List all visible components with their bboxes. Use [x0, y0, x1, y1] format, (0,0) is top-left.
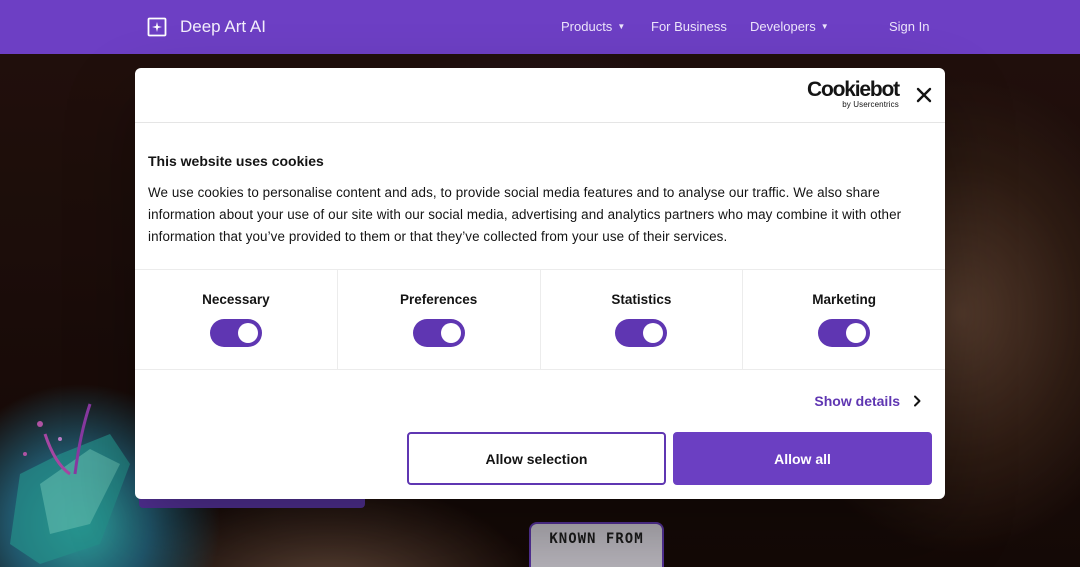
chevron-right-icon — [914, 395, 921, 407]
category-statistics: Statistics — [541, 270, 744, 369]
show-details-label: Show details — [814, 393, 900, 409]
chevron-down-icon: ▼ — [617, 22, 626, 31]
show-details-link[interactable]: Show details — [814, 393, 922, 409]
logo-text: Deep Art AI — [180, 17, 266, 36]
close-icon[interactable] — [915, 86, 933, 104]
main-nav: Products ▼ For Business Developers ▼ — [561, 19, 829, 34]
toggle-knob — [440, 323, 461, 343]
allow-all-button[interactable]: Allow all — [673, 432, 932, 485]
toggle-knob — [643, 323, 664, 343]
details-row: Show details — [135, 370, 945, 432]
cookie-category-toggles: Necessary Preferences Statistics Marketi… — [135, 270, 945, 370]
nav-for-business-label: For Business — [651, 19, 727, 34]
nav-products[interactable]: Products ▼ — [561, 19, 626, 34]
cookiebot-logo: Cookiebot by Usercentrics — [807, 78, 900, 110]
chevron-down-icon: ▼ — [820, 22, 829, 31]
dialog-description: We use cookies to personalise content an… — [148, 185, 902, 244]
nav-for-business[interactable]: For Business — [651, 19, 727, 34]
top-navigation-bar: Deep Art AI Products ▼ For Business Deve… — [0, 0, 1080, 54]
nav-products-label: Products — [561, 19, 613, 34]
preferences-toggle[interactable] — [412, 319, 465, 347]
category-preferences: Preferences — [338, 270, 541, 369]
toggle-knob — [237, 323, 258, 343]
category-marketing: Marketing — [743, 270, 945, 369]
statistics-toggle[interactable] — [615, 319, 668, 347]
category-label: Preferences — [399, 292, 478, 307]
category-necessary: Necessary — [135, 270, 338, 369]
toggle-knob — [846, 323, 867, 343]
dialog-header: Cookiebot by Usercentrics — [135, 68, 945, 123]
necessary-toggle[interactable] — [209, 319, 262, 347]
cookiebot-by: by Usercentrics — [842, 100, 899, 109]
nav-developers-label: Developers — [750, 19, 816, 34]
sparkle-frame-icon — [147, 17, 167, 37]
sign-in-link[interactable]: Sign In — [889, 19, 929, 34]
cookiebot-brand: Cookiebot — [807, 78, 900, 101]
site-logo[interactable]: Deep Art AI — [147, 17, 266, 37]
nav-developers[interactable]: Developers ▼ — [750, 19, 829, 34]
cookie-consent-dialog: Cookiebot by Usercentrics This website u… — [135, 68, 945, 499]
dialog-title: This website uses cookies — [148, 153, 324, 169]
marketing-toggle[interactable] — [818, 319, 871, 347]
dialog-body: This website uses cookies We use cookies… — [135, 123, 945, 270]
category-label: Necessary — [202, 292, 270, 307]
dialog-actions: Allow selection Allow all — [407, 432, 932, 485]
category-label: Statistics — [611, 292, 672, 307]
allow-selection-button[interactable]: Allow selection — [407, 432, 666, 485]
category-label: Marketing — [812, 292, 876, 307]
